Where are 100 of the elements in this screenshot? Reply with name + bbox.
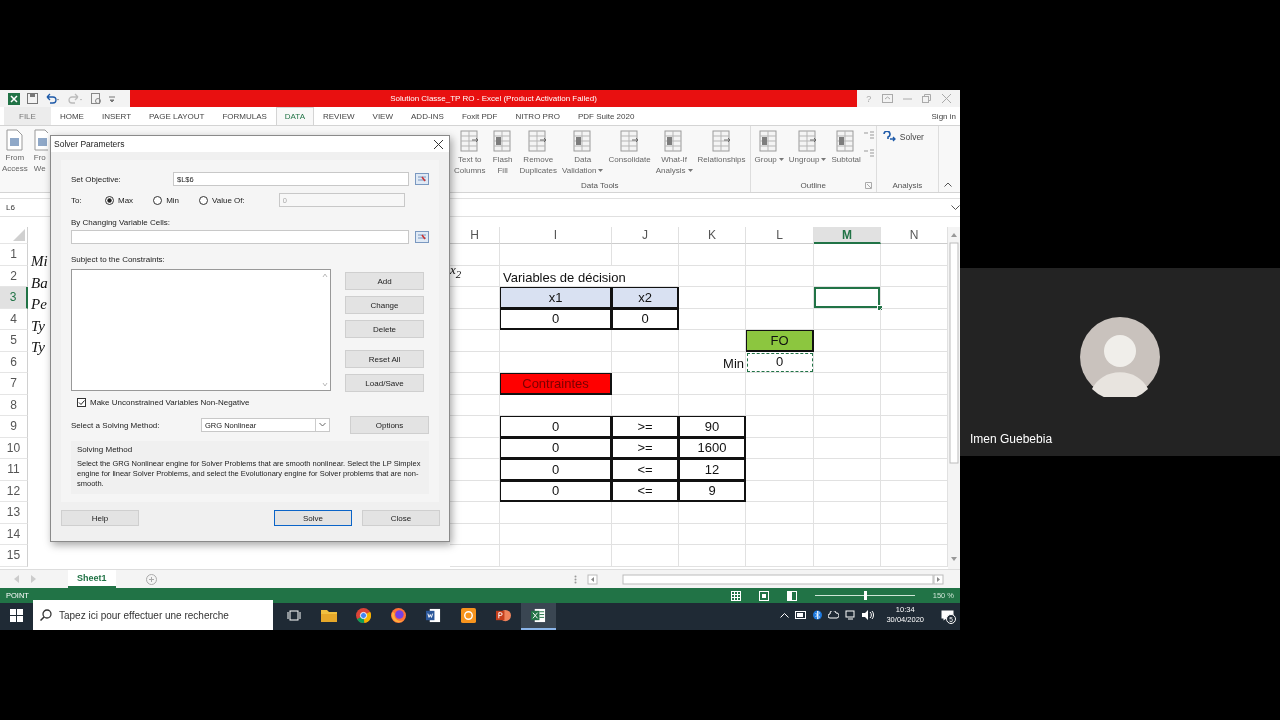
ribbon-tab[interactable]: NITRO PRO	[506, 107, 569, 125]
ribbon-button[interactable]: What-If Analysis	[653, 126, 695, 177]
normal-view-icon[interactable]	[730, 590, 741, 601]
ribbon-tab[interactable]: VIEW	[363, 107, 402, 125]
horizontal-scrollbar[interactable]	[587, 573, 945, 585]
empty-cell[interactable]	[814, 545, 881, 567]
excel-icon[interactable]	[8, 92, 20, 105]
close-icon[interactable]	[434, 139, 443, 149]
empty-cell[interactable]	[814, 265, 881, 287]
dialog-button[interactable]: Options	[350, 416, 429, 434]
column-header[interactable]: I	[500, 227, 612, 244]
row-header[interactable]: 3	[0, 287, 28, 309]
empty-cell[interactable]	[679, 394, 746, 416]
dialog-button[interactable]: Change	[345, 296, 424, 314]
ribbon-tab[interactable]: DATA	[275, 107, 314, 125]
active-cell[interactable]	[814, 287, 881, 309]
empty-cell[interactable]	[612, 244, 679, 266]
empty-cell[interactable]	[612, 394, 679, 416]
zoom-slider[interactable]	[814, 591, 915, 600]
empty-cell[interactable]	[679, 545, 746, 567]
windows-start-icon[interactable]	[10, 608, 23, 622]
empty-cell[interactable]	[746, 523, 814, 545]
split-handle-icon[interactable]	[574, 574, 577, 584]
row-header[interactable]: 12	[0, 480, 28, 502]
column-header[interactable]: K	[679, 227, 746, 244]
empty-cell[interactable]	[612, 523, 679, 545]
customize-caret-icon[interactable]	[109, 94, 115, 103]
ribbon-display-icon[interactable]	[881, 94, 893, 103]
checkbox-option[interactable]: Make Unconstrained Variables Non-Negative	[77, 398, 429, 407]
row-header[interactable]: 13	[0, 502, 28, 524]
row-header[interactable]: 4	[0, 308, 28, 330]
dialog-launcher-icon[interactable]	[864, 182, 872, 189]
empty-cell[interactable]	[612, 330, 679, 352]
sheet-tab[interactable]: Sheet1	[68, 570, 116, 588]
empty-cell[interactable]	[746, 287, 814, 309]
dialog-button[interactable]: Add	[345, 272, 424, 290]
empty-cell[interactable]	[746, 437, 814, 459]
ribbon-button[interactable]: Group	[752, 126, 786, 166]
row-header[interactable]: 1	[0, 244, 28, 266]
empty-cell[interactable]	[746, 480, 814, 502]
ribbon-tab[interactable]: HOME	[50, 107, 93, 125]
save-icon[interactable]	[27, 93, 38, 104]
empty-cell[interactable]	[612, 351, 679, 373]
empty-cell[interactable]	[746, 502, 814, 524]
ribbon-button[interactable]: Relationships	[695, 126, 748, 166]
ribbon-tab[interactable]: FORMULAS	[213, 107, 276, 125]
empty-cell[interactable]	[500, 244, 612, 266]
constraints-list[interactable]	[71, 269, 331, 391]
radio-option[interactable]: Value Of:	[199, 195, 245, 205]
empty-cell[interactable]	[500, 394, 612, 416]
empty-cell[interactable]	[679, 502, 746, 524]
show-hidden-icons-icon[interactable]	[780, 612, 790, 618]
column-header[interactable]: M	[814, 227, 881, 244]
row-header[interactable]: 10	[0, 437, 28, 459]
dialog-button[interactable]: Solve	[274, 510, 352, 527]
empty-cell[interactable]	[612, 502, 679, 524]
empty-cell[interactable]	[814, 244, 881, 266]
empty-cell[interactable]: Min	[679, 351, 746, 373]
radio-option[interactable]: Max	[105, 195, 134, 205]
empty-cell[interactable]	[746, 373, 814, 395]
empty-cell[interactable]	[500, 330, 612, 352]
empty-cell[interactable]	[679, 523, 746, 545]
vertical-scrollbar[interactable]	[948, 227, 960, 569]
empty-cell[interactable]	[746, 416, 814, 438]
scroll-left-icon[interactable]	[14, 575, 20, 583]
ribbon-button[interactable]: Ungroup	[786, 126, 829, 166]
range-picker-icon[interactable]	[415, 173, 429, 185]
list-scrollbar[interactable]	[321, 271, 329, 389]
row-header[interactable]: 7	[0, 373, 28, 395]
network-icon[interactable]	[845, 610, 857, 620]
empty-cell[interactable]	[746, 265, 814, 287]
ribbon-button[interactable]: Consolidate	[606, 126, 653, 166]
empty-cell[interactable]	[814, 373, 881, 395]
add-sheet-icon[interactable]	[145, 573, 157, 585]
solver-button[interactable]: Solver	[878, 126, 936, 143]
ribbon-tab[interactable]: ADD-INS	[402, 107, 453, 125]
slider-thumb[interactable]	[863, 591, 867, 600]
empty-cell[interactable]	[814, 351, 881, 373]
row-header[interactable]: 6	[0, 351, 28, 373]
ribbon-tab[interactable]: PDF Suite 2020	[568, 107, 644, 125]
empty-cell[interactable]	[679, 373, 746, 395]
row-header[interactable]: 15	[0, 545, 28, 567]
ribbon-tab[interactable]: INSERT	[92, 107, 141, 125]
empty-cell[interactable]	[814, 502, 881, 524]
empty-cell[interactable]	[746, 545, 814, 567]
empty-cell[interactable]	[814, 394, 881, 416]
name-box[interactable]: L6	[0, 203, 48, 212]
dialog-button[interactable]: Close	[362, 510, 440, 527]
ribbon-tab[interactable]: Foxit PDF	[452, 107, 507, 125]
scroll-right-icon[interactable]	[30, 575, 36, 583]
empty-cell[interactable]	[679, 265, 746, 287]
cloud-icon[interactable]	[828, 610, 840, 620]
ribbon-button[interactable]: Text to Columns	[452, 126, 488, 177]
row-header[interactable]: 2	[0, 265, 28, 287]
empty-cell[interactable]	[746, 244, 814, 266]
show-detail-icon[interactable]	[863, 131, 874, 141]
empty-cell[interactable]	[679, 244, 746, 266]
search-field[interactable]: Tapez ici pour effectuer une recherche	[33, 600, 273, 630]
dialog-button[interactable]: Load/Save	[345, 374, 424, 392]
row-header[interactable]: 5	[0, 330, 28, 352]
